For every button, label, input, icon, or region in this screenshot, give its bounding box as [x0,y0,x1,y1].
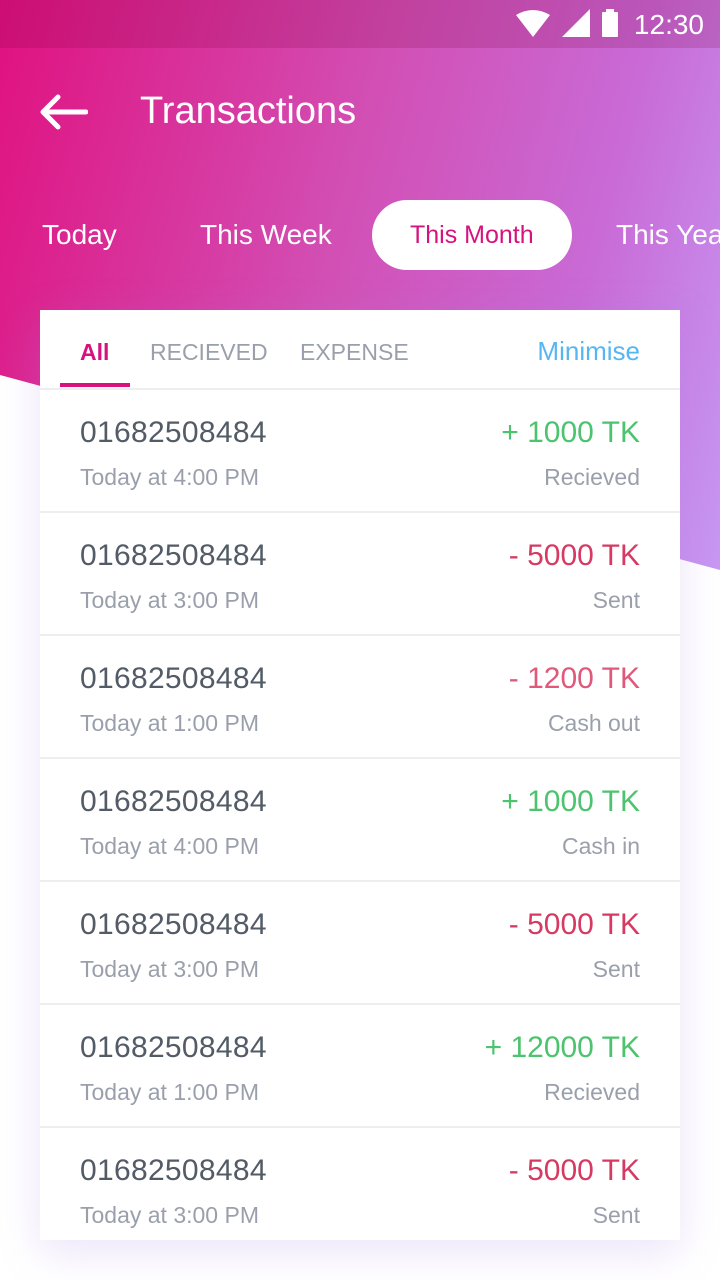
transaction-row[interactable]: 01682508484 Today at 1:00 PM + 12000 TK … [40,1005,680,1128]
transaction-amount: - 5000 TK [508,1154,640,1187]
transaction-type: Sent [592,587,640,613]
transaction-type: Sent [592,956,640,982]
transaction-row[interactable]: 01682508484 Today at 3:00 PM - 5000 TK S… [40,1128,680,1240]
transaction-number: 01682508484 [80,539,267,572]
transaction-type: Cash out [547,710,640,736]
transactions-card: All RECIEVED EXPENSE Minimise 0168250848… [40,310,680,1240]
filter-tabs: All RECIEVED EXPENSE Minimise [40,310,680,390]
filter-received[interactable]: RECIEVED [150,310,268,388]
minimise-button[interactable]: Minimise [537,310,640,390]
transaction-type: Sent [592,1202,640,1228]
transaction-number: 01682508484 [80,908,267,941]
transaction-time: Today at 3:00 PM [80,1202,259,1228]
tab-this-month[interactable]: This Month [372,200,572,270]
page-title: Transactions [140,90,357,132]
tab-this-week[interactable]: This Week [200,200,332,270]
transaction-time: Today at 1:00 PM [80,1079,259,1105]
transaction-amount: - 5000 TK [508,908,640,941]
transaction-number: 01682508484 [80,785,267,818]
transaction-type: Cash in [562,833,640,859]
active-filter-indicator [60,383,130,387]
battery-icon [601,8,618,42]
signal-icon [561,8,590,42]
status-time: 12:30 [633,9,704,40]
transaction-row[interactable]: 01682508484 Today at 4:00 PM + 1000 TK C… [40,759,680,882]
transaction-row[interactable]: 01682508484 Today at 3:00 PM - 5000 TK S… [40,882,680,1005]
transaction-number: 01682508484 [80,1154,267,1187]
transaction-time: Today at 4:00 PM [80,833,259,859]
transaction-time: Today at 3:00 PM [80,587,259,613]
period-tabs: Today This Week This Month This Year [0,200,720,270]
transaction-number: 01682508484 [80,662,267,695]
transaction-amount: + 12000 TK [484,1031,640,1064]
transaction-number: 01682508484 [80,416,267,449]
transaction-row[interactable]: 01682508484 Today at 1:00 PM - 1200 TK C… [40,636,680,759]
status-icons: 12:30 [515,8,704,42]
transaction-type: Recieved [544,464,640,490]
tab-this-year[interactable]: This Year [616,200,720,270]
transaction-amount: + 1000 TK [501,785,640,818]
transaction-time: Today at 3:00 PM [80,956,259,982]
transaction-row[interactable]: 01682508484 Today at 3:00 PM - 5000 TK S… [40,513,680,636]
transaction-row[interactable]: 01682508484 Today at 4:00 PM + 1000 TK R… [40,390,680,513]
status-bar: 12:30 [0,0,720,48]
transaction-type: Recieved [544,1079,640,1105]
back-button[interactable] [28,80,98,144]
tab-today[interactable]: Today [42,200,117,270]
transaction-number: 01682508484 [80,1031,267,1064]
transaction-amount: - 1200 TK [508,662,640,695]
transaction-amount: + 1000 TK [501,416,640,449]
filter-expense[interactable]: EXPENSE [300,310,409,388]
filter-all[interactable]: All [80,310,109,388]
arrow-left-icon [40,94,88,130]
transaction-time: Today at 4:00 PM [80,464,259,490]
transaction-amount: - 5000 TK [508,539,640,572]
transaction-time: Today at 1:00 PM [80,710,259,736]
app-bar: Transactions [0,60,720,164]
wifi-icon [515,9,550,42]
